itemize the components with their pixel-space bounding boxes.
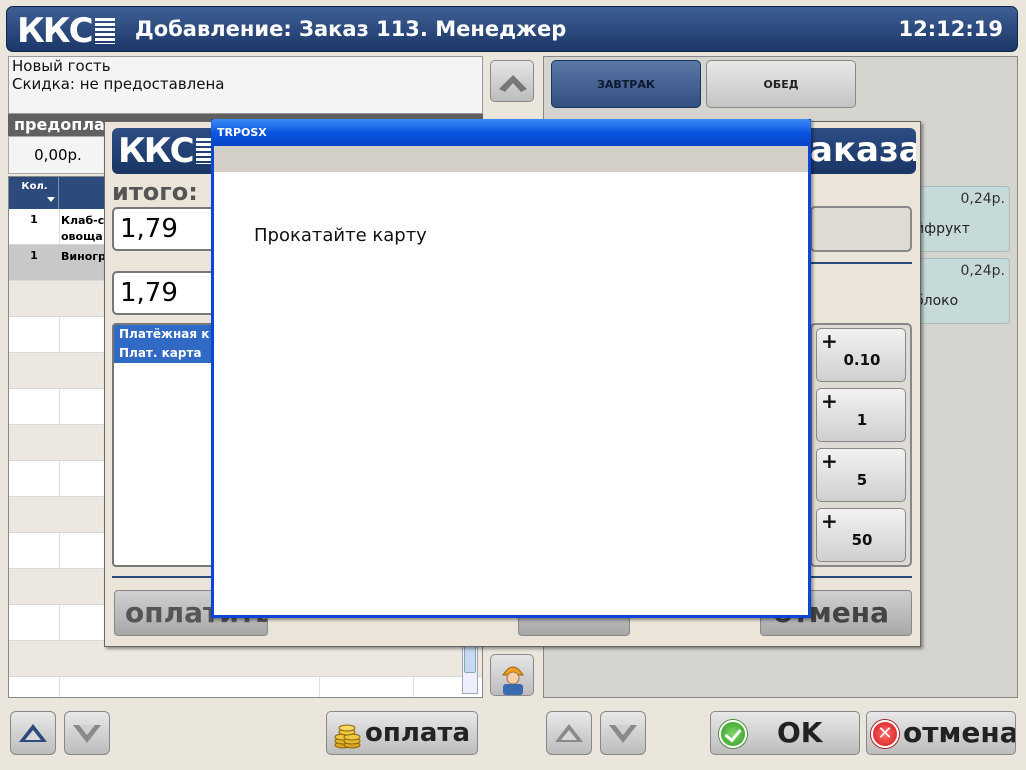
- order-scroll-down-button[interactable]: [64, 711, 110, 755]
- product-price: 0,24р.: [960, 263, 1005, 279]
- payment-method-item[interactable]: Плат. карта: [114, 344, 220, 363]
- menu-scroll-down-button[interactable]: [600, 711, 646, 755]
- waiter-button[interactable]: [490, 654, 534, 696]
- chevron-down-icon: [609, 725, 637, 743]
- plus-icon: +: [821, 509, 838, 533]
- payment-method-item[interactable]: Платёжная к: [114, 325, 220, 344]
- plus-icon: +: [821, 329, 838, 353]
- ok-button[interactable]: OK: [710, 711, 860, 755]
- chevron-up-icon: [499, 75, 527, 92]
- card-swipe-modal: TRPOSX Прокатайте карту: [211, 119, 811, 618]
- add-denomination-button[interactable]: +0.10: [816, 328, 906, 382]
- product-tile[interactable]: 0,24р. йфрукт: [910, 186, 1010, 252]
- total-amount: 1,79: [112, 207, 222, 251]
- payment-dialog-logo: ККС: [112, 128, 222, 174]
- cancel-label: отмена: [903, 716, 1016, 749]
- guest-discount: Скидка: не предоставлена: [12, 75, 225, 93]
- chevron-up-icon: [19, 724, 47, 742]
- chevron-down-icon: [73, 725, 101, 743]
- table-scrollbar[interactable]: [462, 640, 478, 694]
- divider: [810, 576, 912, 578]
- plus-icon: +: [821, 449, 838, 473]
- payment-dialog-title: аказа: [800, 128, 916, 174]
- prepay-value: 0,00р.: [8, 136, 108, 174]
- row-name: Виногр: [61, 250, 106, 263]
- qty-column-header[interactable]: Кол.: [11, 177, 59, 209]
- modal-titlebar[interactable]: TRPOSX: [211, 119, 811, 146]
- modal-strip: [214, 146, 808, 172]
- product-name: йфрукт: [915, 221, 970, 237]
- add-denomination-button[interactable]: +1: [816, 388, 906, 442]
- row-name: Клаб-с овоща: [61, 214, 105, 243]
- paid-amount[interactable]: 1,79: [112, 271, 222, 315]
- product-name: блоко: [915, 293, 959, 309]
- plus-icon: +: [821, 389, 838, 413]
- divider: [112, 576, 222, 578]
- payment-button[interactable]: оплата: [326, 711, 478, 755]
- ok-label: OK: [777, 716, 823, 749]
- category-lunch[interactable]: ОБЕД: [706, 60, 856, 108]
- close-icon: ✕: [871, 720, 899, 748]
- menu-scroll-up-button[interactable]: [546, 711, 592, 755]
- scroll-up-button[interactable]: [490, 60, 534, 102]
- guest-name: Новый гость: [12, 57, 111, 75]
- app-logo: ККС: [17, 14, 115, 48]
- clock: 12:12:19: [898, 17, 1003, 41]
- category-breakfast[interactable]: ЗАВТРАК: [551, 60, 701, 108]
- product-price: 0,24р.: [960, 191, 1005, 207]
- modal-message: Прокатайте карту: [254, 225, 427, 246]
- payment-label: оплата: [365, 718, 471, 748]
- row-qty: 1: [30, 249, 38, 262]
- row-qty: 1: [30, 213, 38, 226]
- sort-desc-icon: [47, 197, 55, 202]
- add-denomination-button[interactable]: +5: [816, 448, 906, 502]
- order-scroll-up-button[interactable]: [10, 711, 56, 755]
- coins-icon: [334, 724, 361, 749]
- window-title: Добавление: Заказ 113. Менеджер: [135, 17, 567, 41]
- divider: [810, 262, 912, 264]
- guest-info: Новый гость Скидка: не предоставлена: [8, 56, 483, 114]
- amount-input[interactable]: [810, 206, 912, 252]
- checkmark-icon: [719, 720, 747, 748]
- cancel-button[interactable]: ✕ отмена: [866, 711, 1016, 755]
- add-denomination-button[interactable]: +50: [816, 508, 906, 562]
- chevron-up-icon: [555, 724, 583, 742]
- product-tile[interactable]: 0,24р. блоко: [910, 258, 1010, 324]
- worker-icon: [502, 666, 524, 695]
- total-label: итого:: [112, 178, 198, 206]
- payment-method-list[interactable]: Платёжная к Плат. карта: [112, 323, 222, 567]
- app-header: ККС Добавление: Заказ 113. Менеджер 12:1…: [6, 6, 1018, 52]
